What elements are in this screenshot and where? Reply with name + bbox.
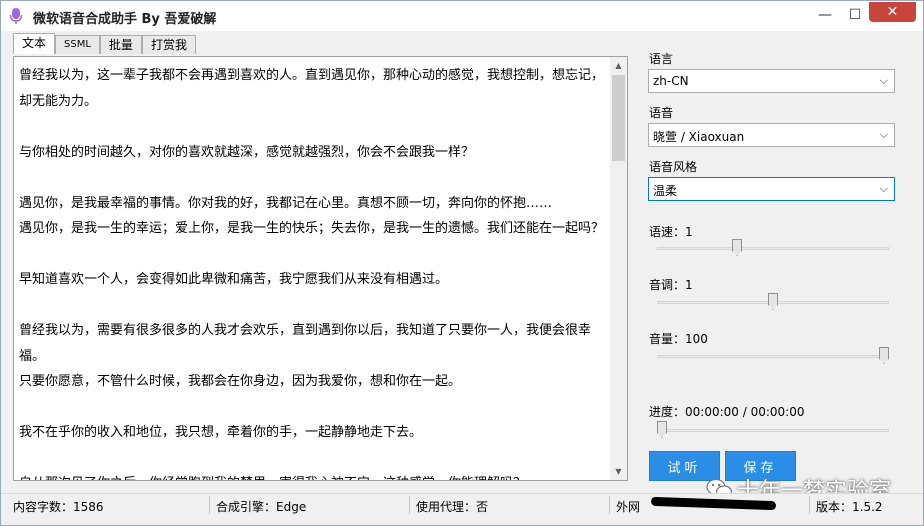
editor-text[interactable]: 曾经我以为，这一辈子我都不会再遇到喜欢的人。直到遇见你，那种心动的感觉，我想控制… <box>19 63 604 480</box>
proxy-status: 使用代理：否 <box>416 500 489 514</box>
voice-style-select[interactable]: 温柔 ⌵ <box>648 177 895 201</box>
progress-label: 进度：00:00:00 / 00:00:00 <box>649 405 805 419</box>
scroll-down-icon[interactable]: ▼ <box>610 463 627 480</box>
voice-label: 语音 <box>649 106 674 120</box>
language-value: zh-CN <box>653 74 689 88</box>
microphone-icon <box>9 8 23 24</box>
voice-select[interactable]: 晓萱 / Xiaoxuan ⌵ <box>648 123 895 147</box>
tab-donate[interactable]: 打赏我 <box>141 35 196 54</box>
speed-track <box>657 247 889 250</box>
volume-track <box>657 355 889 358</box>
status-divider <box>609 496 610 514</box>
text-editor[interactable]: 曾经我以为，这一辈子我都不会再遇到喜欢的人。直到遇见你，那种心动的感觉，我想控制… <box>13 56 628 481</box>
chevron-down-icon: ⌵ <box>879 128 888 141</box>
voice-value: 晓萱 / Xiaoxuan <box>653 130 745 144</box>
progress-track <box>657 429 889 432</box>
voice-style-label: 语音风格 <box>649 160 698 174</box>
window-title: 微软语音合成助手 By 吾爱破解 <box>33 12 217 27</box>
speed-slider[interactable] <box>657 237 889 259</box>
progress-thumb[interactable] <box>657 421 667 438</box>
app-window: 微软语音合成助手 By 吾爱破解 — ☐ ✕ 文本 SSML 批量 打赏我 曾经… <box>0 0 924 526</box>
vertical-scrollbar[interactable]: ▲ ▼ <box>610 57 627 480</box>
tab-text[interactable]: 文本 <box>13 33 56 54</box>
scroll-up-icon[interactable]: ▲ <box>610 57 627 74</box>
status-divider <box>809 496 810 514</box>
speed-thumb[interactable] <box>732 239 742 256</box>
version-label: 版本：1.5.2 <box>816 500 883 514</box>
language-label: 语言 <box>649 52 674 66</box>
status-divider <box>209 496 210 514</box>
language-select[interactable]: zh-CN ⌵ <box>648 69 895 93</box>
chevron-down-icon: ⌵ <box>879 182 888 195</box>
maximize-button[interactable]: ☐ <box>837 1 873 29</box>
pitch-thumb[interactable] <box>768 293 778 310</box>
tab-batch[interactable]: 批量 <box>99 35 142 54</box>
status-bar: 内容字数：1586 合成引擎：Edge 使用代理：否 外网 版本：1.5.2 <box>1 493 923 516</box>
network-status: 外网 <box>616 500 641 514</box>
volume-slider[interactable] <box>657 345 889 367</box>
voice-style-value: 温柔 <box>653 184 678 198</box>
char-count: 内容字数：1586 <box>13 500 104 514</box>
chevron-down-icon: ⌵ <box>879 74 888 87</box>
progress-slider[interactable] <box>657 419 889 441</box>
scroll-thumb[interactable] <box>612 75 625 161</box>
close-button[interactable]: ✕ <box>869 2 916 22</box>
volume-thumb[interactable] <box>879 347 889 364</box>
engine-status: 合成引擎：Edge <box>216 500 307 514</box>
tab-strip: 文本 SSML 批量 打赏我 <box>13 33 196 54</box>
title-bar: 微软语音合成助手 By 吾爱破解 — ☐ ✕ <box>1 1 923 31</box>
pitch-slider[interactable] <box>657 291 889 313</box>
tab-ssml[interactable]: SSML <box>55 35 100 54</box>
status-divider <box>409 496 410 514</box>
